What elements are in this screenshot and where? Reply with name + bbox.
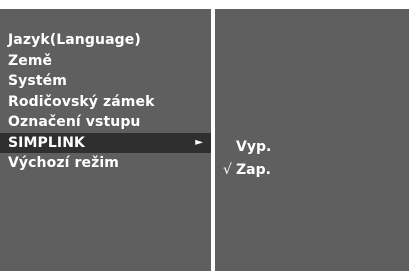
menu-item-label: SIMPLINK [8, 134, 85, 151]
menu-item-country[interactable]: Země [0, 51, 211, 72]
option-label: Zap. [236, 162, 271, 178]
main-menu: Jazyk(Language) Země Systém Rodičovský z… [0, 30, 211, 174]
menu-item-default-mode[interactable]: Výchozí režim [0, 153, 211, 174]
menu-item-label: Označení vstupu [8, 114, 141, 130]
simplink-options: Vyp. √ Zap. [223, 136, 271, 182]
main-menu-panel: Jazyk(Language) Země Systém Rodičovský z… [0, 9, 211, 271]
menu-item-label: Výchozí režim [8, 155, 119, 171]
menu-item-system[interactable]: Systém [0, 71, 211, 92]
menu-item-language[interactable]: Jazyk(Language) [0, 30, 211, 51]
option-off[interactable]: Vyp. [223, 136, 271, 159]
menu-item-input-label[interactable]: Označení vstupu [0, 112, 211, 133]
menu-item-label: Jazyk(Language) [8, 32, 141, 48]
check-icon: √ [223, 162, 232, 178]
option-on[interactable]: √ Zap. [223, 159, 271, 182]
osd-screen: Jazyk(Language) Země Systém Rodičovský z… [0, 0, 409, 280]
option-label: Vyp. [236, 139, 272, 155]
submenu-arrow-icon: ► [195, 136, 203, 148]
menu-item-label: Země [8, 52, 53, 69]
menu-item-parental-lock[interactable]: Rodičovský zámek [0, 92, 211, 113]
menu-item-label: Systém [8, 73, 67, 89]
submenu-panel: Vyp. √ Zap. [215, 9, 409, 271]
menu-item-label: Rodičovský zámek [8, 93, 155, 110]
menu-item-simplink[interactable]: SIMPLINK ► [0, 132, 211, 153]
